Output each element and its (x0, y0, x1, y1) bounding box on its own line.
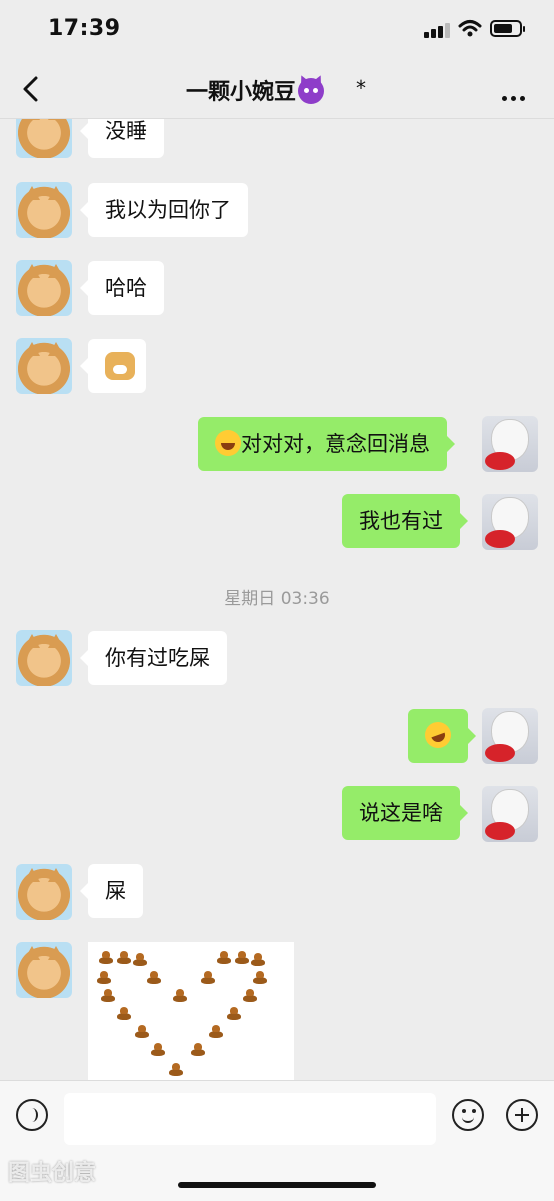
sticker-bubble[interactable] (408, 709, 476, 763)
message-bubble[interactable]: 哈哈 (80, 261, 164, 315)
poop-emoji-icon (96, 970, 112, 984)
rofl-emoji-icon (421, 718, 455, 752)
poop-emoji-icon (200, 970, 216, 984)
watermark: 图虫创意 (8, 1161, 97, 1186)
more-options-icon[interactable] (502, 86, 530, 101)
contact-avatar[interactable] (16, 182, 72, 238)
contact-avatar[interactable] (16, 338, 72, 394)
message-text: 对对对，意念回消息 (241, 432, 430, 456)
chat-header: 一颗小婉豆 * (0, 60, 554, 119)
message-bubble[interactable]: 我也有过 (342, 494, 468, 548)
status-time: 17:39 (48, 16, 121, 41)
image-message[interactable] (88, 942, 294, 1080)
doge-emoji-icon (105, 352, 135, 380)
poop-emoji-icon (168, 1062, 184, 1076)
contact-avatar[interactable] (16, 864, 72, 920)
my-avatar[interactable] (482, 416, 538, 472)
voice-input-icon[interactable] (16, 1099, 48, 1131)
star-mark: * (356, 76, 366, 100)
poop-emoji-icon (234, 950, 250, 964)
poop-emoji-icon (134, 1024, 150, 1038)
message-bubble[interactable]: 我以为回你了 (80, 183, 248, 237)
poop-emoji-icon (190, 1042, 206, 1056)
emoji-icon[interactable] (452, 1099, 484, 1131)
add-attachment-icon[interactable] (506, 1099, 538, 1131)
contact-avatar[interactable] (16, 118, 72, 158)
poop-emoji-icon (216, 950, 232, 964)
contact-avatar[interactable] (16, 630, 72, 686)
poop-emoji-icon (250, 952, 266, 966)
my-avatar[interactable] (482, 708, 538, 764)
sticker-bubble[interactable] (80, 339, 146, 393)
message-bubble[interactable]: 没睡 (80, 118, 164, 158)
poop-emoji-icon (242, 988, 258, 1002)
poop-emoji-icon (172, 988, 188, 1002)
poop-emoji-icon (150, 1042, 166, 1056)
laughing-tears-emoji-icon (215, 430, 241, 456)
poop-emoji-icon (116, 1006, 132, 1020)
chat-title: 一颗小婉豆 (186, 74, 325, 106)
message-list[interactable]: 没睡 我以为回你了 哈哈 对对对，意念回消息 我也有过 星期日 03:36 你有… (0, 118, 554, 1080)
battery-icon (490, 20, 525, 37)
contact-avatar[interactable] (16, 942, 72, 998)
poop-emoji-icon (252, 970, 268, 984)
contact-name: 一颗小婉豆 (186, 80, 297, 105)
poop-emoji-icon (226, 1006, 242, 1020)
message-timestamp: 星期日 03:36 (224, 589, 330, 609)
message-input[interactable] (64, 1093, 436, 1145)
poop-emoji-icon (100, 988, 116, 1002)
poop-emoji-icon (146, 970, 162, 984)
signal-icon (424, 22, 450, 38)
contact-avatar[interactable] (16, 260, 72, 316)
home-indicator[interactable] (178, 1182, 376, 1188)
poop-emoji-icon (132, 952, 148, 966)
my-avatar[interactable] (482, 494, 538, 550)
poop-emoji-icon (208, 1024, 224, 1038)
message-bubble[interactable]: 对对对，意念回消息 (198, 417, 455, 471)
my-avatar[interactable] (482, 786, 538, 842)
poop-emoji-icon (98, 950, 114, 964)
message-bubble[interactable]: 屎 (80, 864, 143, 918)
status-bar: 17:39 (0, 0, 554, 60)
wifi-icon (458, 20, 482, 37)
poop-emoji-icon (116, 950, 132, 964)
message-bubble[interactable]: 说这是啥 (342, 786, 468, 840)
devil-emoji-icon (298, 78, 325, 104)
back-icon[interactable] (18, 74, 46, 104)
message-bubble[interactable]: 你有过吃屎 (80, 631, 227, 685)
